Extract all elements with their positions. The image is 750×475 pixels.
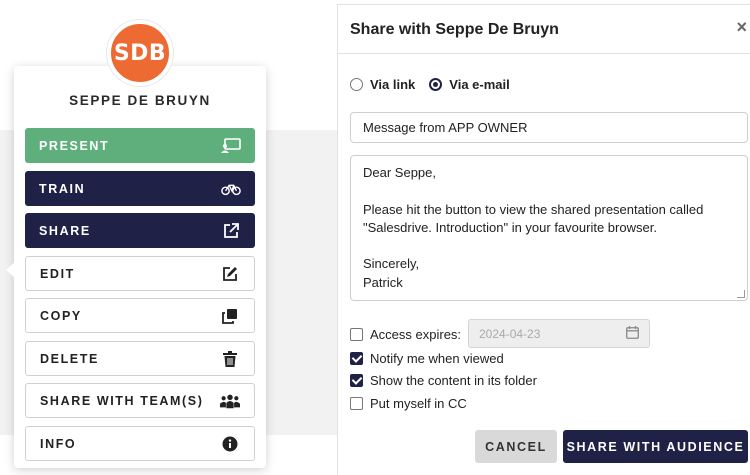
- team-icon: [220, 392, 240, 410]
- edit-button[interactable]: EDIT: [25, 256, 255, 291]
- expiry-date-value: 2024-04-23: [479, 326, 541, 341]
- show-folder-row: Show the content in its folder: [350, 373, 537, 388]
- share-button-label: SHARE: [39, 223, 91, 238]
- dialog-header: Share with Seppe De Bruyn ×: [338, 5, 750, 54]
- expiry-date-input[interactable]: 2024-04-23: [468, 319, 650, 348]
- message-line: [363, 237, 735, 255]
- delete-button[interactable]: DELETE: [25, 341, 255, 376]
- copy-icon: [220, 307, 240, 325]
- share-dialog: Share with Seppe De Bruyn × Via link Via…: [337, 4, 750, 475]
- share-with-audience-button[interactable]: SHARE WITH AUDIENCE: [563, 430, 748, 463]
- edit-icon: [220, 265, 240, 283]
- subject-input[interactable]: Message from APP OWNER: [350, 112, 748, 143]
- notify-checkbox[interactable]: [350, 352, 363, 365]
- show-folder-checkbox[interactable]: [350, 374, 363, 387]
- message-line: Dear Seppe,: [363, 165, 436, 180]
- via-link-radio[interactable]: [350, 78, 363, 91]
- info-button-label: INFO: [40, 436, 77, 451]
- train-button-label: TRAIN: [39, 181, 86, 196]
- share-with-teams-label: SHARE WITH TEAM(S): [40, 393, 204, 408]
- resize-handle[interactable]: [737, 290, 745, 298]
- message-line: Sincerely,: [363, 256, 420, 272]
- message-line: Please hit the button to view the shared…: [363, 201, 704, 217]
- delete-button-label: DELETE: [40, 351, 99, 366]
- cc-row: Put myself in CC: [350, 396, 467, 411]
- message-line: [363, 182, 735, 200]
- share-with-teams-button[interactable]: SHARE WITH TEAM(S): [25, 383, 255, 418]
- bicycle-icon: [221, 180, 241, 198]
- notify-label: Notify me when viewed: [370, 351, 504, 366]
- share-method-radio-group: Via link Via e-mail: [350, 77, 524, 92]
- access-expires-checkbox[interactable]: [350, 328, 363, 341]
- info-button[interactable]: INFO: [25, 426, 255, 461]
- train-button[interactable]: TRAIN: [25, 171, 255, 206]
- via-email-label[interactable]: Via e-mail: [449, 77, 509, 92]
- cc-checkbox[interactable]: [350, 397, 363, 410]
- show-folder-label: Show the content in its folder: [370, 373, 537, 388]
- cc-label: Put myself in CC: [370, 396, 467, 411]
- present-button[interactable]: PRESENT: [25, 128, 255, 163]
- message-body-textarea[interactable]: Dear Seppe, Please hit the button to vie…: [350, 155, 748, 301]
- message-line: Patrick: [363, 274, 403, 290]
- message-line: "Salesdrive. Introduction" in your favou…: [363, 219, 657, 235]
- close-icon[interactable]: ×: [736, 17, 747, 38]
- dialog-title: Share with Seppe De Bruyn: [350, 21, 559, 38]
- access-expires-row: Access expires:: [350, 327, 461, 342]
- cancel-button[interactable]: CANCEL: [475, 430, 557, 463]
- access-expires-label: Access expires:: [370, 327, 462, 342]
- info-icon: [220, 435, 240, 453]
- calendar-icon[interactable]: [626, 325, 639, 342]
- copy-button-label: COPY: [40, 308, 82, 323]
- trash-icon: [220, 350, 240, 368]
- present-button-label: PRESENT: [39, 138, 110, 153]
- notify-row: Notify me when viewed: [350, 351, 504, 366]
- via-email-radio[interactable]: [429, 78, 443, 91]
- external-link-icon: [221, 222, 241, 240]
- copy-button[interactable]: COPY: [25, 298, 255, 333]
- contact-name: SEPPE DE BRUYN: [69, 93, 211, 108]
- card-pointer-arrow: [6, 262, 15, 278]
- share-button[interactable]: SHARE: [25, 213, 255, 248]
- edit-button-label: EDIT: [40, 266, 75, 281]
- via-link-label[interactable]: Via link: [370, 77, 415, 92]
- avatar: SDB: [107, 20, 173, 86]
- present-icon: [221, 137, 241, 155]
